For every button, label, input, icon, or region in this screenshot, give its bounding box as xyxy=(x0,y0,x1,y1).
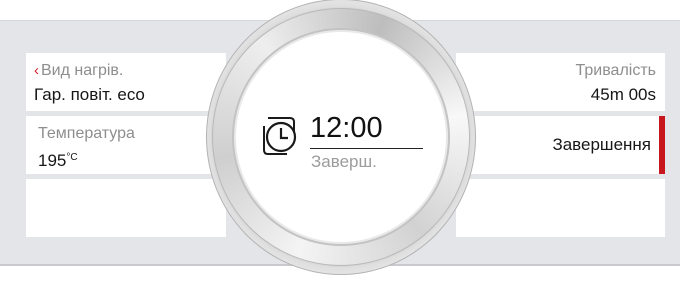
temperature-value: 195°C xyxy=(38,151,78,170)
end-time-subtitle: Заверш. xyxy=(311,152,377,171)
end-time-panel[interactable]: Завершення xyxy=(456,116,665,174)
temperature-panel[interactable]: Температура 195°C xyxy=(26,116,226,174)
back-arrow-icon[interactable]: ‹ xyxy=(34,62,39,79)
temperature-label: Температура xyxy=(38,125,135,142)
duration-label: Тривалість xyxy=(575,62,656,79)
heating-mode-value: Гар. повіт. eco xyxy=(34,85,145,104)
temperature-unit: °C xyxy=(66,152,78,163)
selection-indicator xyxy=(659,116,665,174)
end-time-display: 12:00 xyxy=(310,112,383,144)
time-divider xyxy=(310,148,423,149)
heating-mode-label: Вид нагрів. xyxy=(41,62,124,79)
duration-panel[interactable]: Тривалість 45m 00s xyxy=(456,53,665,111)
end-time-label: Завершення xyxy=(552,135,651,154)
clock-calendar-icon xyxy=(263,117,297,155)
duration-value: 45m 00s xyxy=(590,85,656,104)
empty-right-panel xyxy=(456,179,665,237)
heating-mode-panel[interactable]: ‹ Вид нагрів. Гар. повіт. eco xyxy=(26,53,226,111)
empty-left-panel xyxy=(26,179,226,237)
